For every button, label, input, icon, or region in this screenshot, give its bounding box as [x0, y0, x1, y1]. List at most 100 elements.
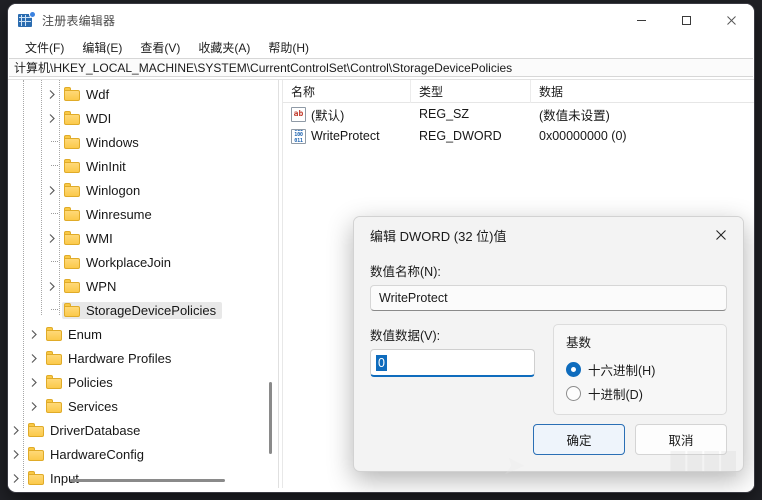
- tree-item-winlogon[interactable]: Winlogon: [8, 178, 260, 202]
- radio-decimal[interactable]: 十进制(D): [566, 381, 716, 405]
- tree-item-label: WDI: [86, 110, 112, 126]
- menu-bar: 文件(F) 编辑(E) 查看(V) 收藏夹(A) 帮助(H): [8, 36, 754, 58]
- tree-item-wininit[interactable]: WinInit: [8, 154, 260, 178]
- tree-item-policies[interactable]: Policies: [8, 370, 260, 394]
- chevron-right-icon[interactable]: [44, 178, 60, 202]
- radio-hexadecimal[interactable]: 十六进制(H): [566, 357, 716, 381]
- folder-icon: [64, 183, 80, 197]
- chevron-right-icon[interactable]: [44, 274, 60, 298]
- tree-item-enum[interactable]: Enum: [8, 322, 260, 346]
- folder-icon: [64, 135, 80, 149]
- tree-connector: [44, 202, 60, 226]
- chevron-right-icon[interactable]: [26, 370, 42, 394]
- tree-item-wpn[interactable]: WPN: [8, 274, 260, 298]
- radio-decimal-indicator: [566, 385, 581, 401]
- screen: 注册表编辑器 文件(F) 编辑(E) 查看(V) 收藏夹(A) 帮助(H) 计算…: [0, 0, 762, 500]
- value-data-cell: 0x00000000 (0): [539, 129, 627, 143]
- column-header-name[interactable]: 名称: [283, 80, 411, 103]
- dialog-close-icon[interactable]: [699, 217, 743, 253]
- tree-connector: [44, 250, 60, 274]
- menu-view[interactable]: 查看(V): [131, 37, 189, 58]
- menu-edit[interactable]: 编辑(E): [73, 37, 131, 58]
- maximize-icon[interactable]: [664, 4, 709, 36]
- window-title: 注册表编辑器: [42, 13, 116, 28]
- tree-item-label: Enum: [68, 326, 102, 342]
- value-name-cell: 011 100 011 WriteProtect: [283, 128, 411, 144]
- minimize-icon[interactable]: [619, 4, 664, 36]
- tree-item-wmi[interactable]: WMI: [8, 226, 260, 250]
- dialog-body: 数值名称(N): WriteProtect 数值数据(V): 0 基数 十六进制…: [354, 253, 743, 415]
- values-list: ab (默认) REG_SZ (数值未设置) 011 100 011 WriteProtect…: [283, 103, 754, 147]
- tree-item-label: Winlogon: [86, 182, 141, 198]
- value-row[interactable]: ab (默认) REG_SZ (数值未设置): [283, 103, 754, 125]
- tree-item-driverdatabase[interactable]: DriverDatabase: [8, 418, 260, 442]
- chevron-right-icon[interactable]: [8, 442, 24, 466]
- column-header-data[interactable]: 数据: [531, 80, 754, 103]
- folder-icon: [64, 87, 80, 101]
- tree-item-label: Policies: [68, 374, 113, 390]
- tree-item-wdi[interactable]: WDI: [8, 106, 260, 130]
- folder-icon: [64, 279, 80, 293]
- values-column-headers: 名称 类型 数据: [283, 80, 754, 103]
- chevron-right-icon[interactable]: [44, 106, 60, 130]
- menu-file[interactable]: 文件(F): [16, 37, 73, 58]
- cancel-button[interactable]: 取消: [635, 424, 727, 455]
- chevron-right-icon[interactable]: [26, 346, 42, 370]
- tree-item-winresume[interactable]: Winresume: [8, 202, 260, 226]
- tree-item-label: DriverDatabase: [50, 422, 141, 438]
- tree-item-label: StorageDevicePolicies: [86, 302, 217, 318]
- chevron-right-icon[interactable]: [26, 322, 42, 346]
- value-row[interactable]: 011 100 011 WriteProtect REG_DWORD 0x00000000…: [283, 125, 754, 147]
- base-group: 基数 十六进制(H) 十进制(D): [553, 324, 727, 415]
- value-data-column: 数值数据(V): 0: [370, 325, 535, 415]
- tree-item-services[interactable]: Services: [8, 394, 260, 418]
- chevron-right-icon[interactable]: [8, 418, 24, 442]
- tree-item-label: Services: [68, 398, 118, 414]
- address-bar-container: 计算机\HKEY_LOCAL_MACHINE\SYSTEM\CurrentCon…: [8, 58, 754, 79]
- tree-horizontal-scrollbar[interactable]: [10, 475, 264, 485]
- menu-favorites[interactable]: 收藏夹(A): [189, 37, 259, 58]
- tree-item-hardwareconfig[interactable]: HardwareConfig: [8, 442, 260, 466]
- edit-dword-dialog: 编辑 DWORD (32 位)值 数值名称(N): WriteProtect 数…: [353, 216, 744, 472]
- value-name-label: 数值名称(N):: [370, 265, 441, 279]
- value-name-text: (默认): [311, 108, 345, 123]
- tree-item-hardware-profiles[interactable]: Hardware Profiles: [8, 346, 260, 370]
- value-data-input[interactable]: 0: [370, 349, 535, 377]
- window-controls: [619, 4, 754, 36]
- base-group-title: 基数: [566, 336, 592, 350]
- folder-icon: [46, 351, 62, 365]
- registry-tree-pane: Wdf WDI Windows WinInit Winlogon Winresume WMI…: [8, 80, 278, 488]
- title-bar: 注册表编辑器: [8, 4, 754, 36]
- value-data-text: 0: [376, 354, 387, 371]
- tree-item-label: HardwareConfig: [50, 446, 144, 462]
- value-data-cell: (数值未设置): [539, 108, 610, 123]
- close-icon[interactable]: [709, 4, 754, 36]
- tree-item-label: Wdf: [86, 86, 110, 102]
- tree-connector: [44, 298, 60, 322]
- tree-item-windows[interactable]: Windows: [8, 130, 260, 154]
- string-value-icon: ab: [291, 106, 306, 122]
- registry-editor-icon: [18, 12, 35, 28]
- folder-icon: [28, 423, 44, 437]
- ok-button[interactable]: 确定: [533, 424, 625, 455]
- value-name-input[interactable]: WriteProtect: [370, 285, 727, 311]
- radio-hexadecimal-label: 十六进制(H): [588, 363, 656, 378]
- chevron-right-icon[interactable]: [26, 394, 42, 418]
- dialog-title-bar: 编辑 DWORD (32 位)值: [354, 217, 743, 253]
- chevron-right-icon[interactable]: [44, 226, 60, 250]
- tree-item-workplacejoin[interactable]: WorkplaceJoin: [8, 250, 260, 274]
- dialog-buttons: 确定 取消: [533, 424, 727, 455]
- tree-item-storagedevicepolicies[interactable]: StorageDevicePolicies: [8, 298, 260, 322]
- chevron-right-icon[interactable]: [44, 82, 60, 106]
- dialog-row-data-base: 数值数据(V): 0 基数 十六进制(H) 十进制(D): [370, 324, 727, 415]
- address-bar[interactable]: 计算机\HKEY_LOCAL_MACHINE\SYSTEM\CurrentCon…: [9, 58, 753, 77]
- tree-item-label: Windows: [86, 134, 139, 150]
- registry-editor-window: 注册表编辑器 文件(F) 编辑(E) 查看(V) 收藏夹(A) 帮助(H) 计算…: [8, 4, 754, 492]
- menu-help[interactable]: 帮助(H): [259, 37, 318, 58]
- tree-item-wdf[interactable]: Wdf: [8, 82, 260, 106]
- radio-decimal-label: 十进制(D): [588, 387, 643, 402]
- column-header-type[interactable]: 类型: [411, 80, 531, 103]
- tree-vertical-scrollbar[interactable]: [265, 82, 275, 474]
- dialog-title: 编辑 DWORD (32 位)值: [370, 228, 507, 244]
- tree-connector: [44, 130, 60, 154]
